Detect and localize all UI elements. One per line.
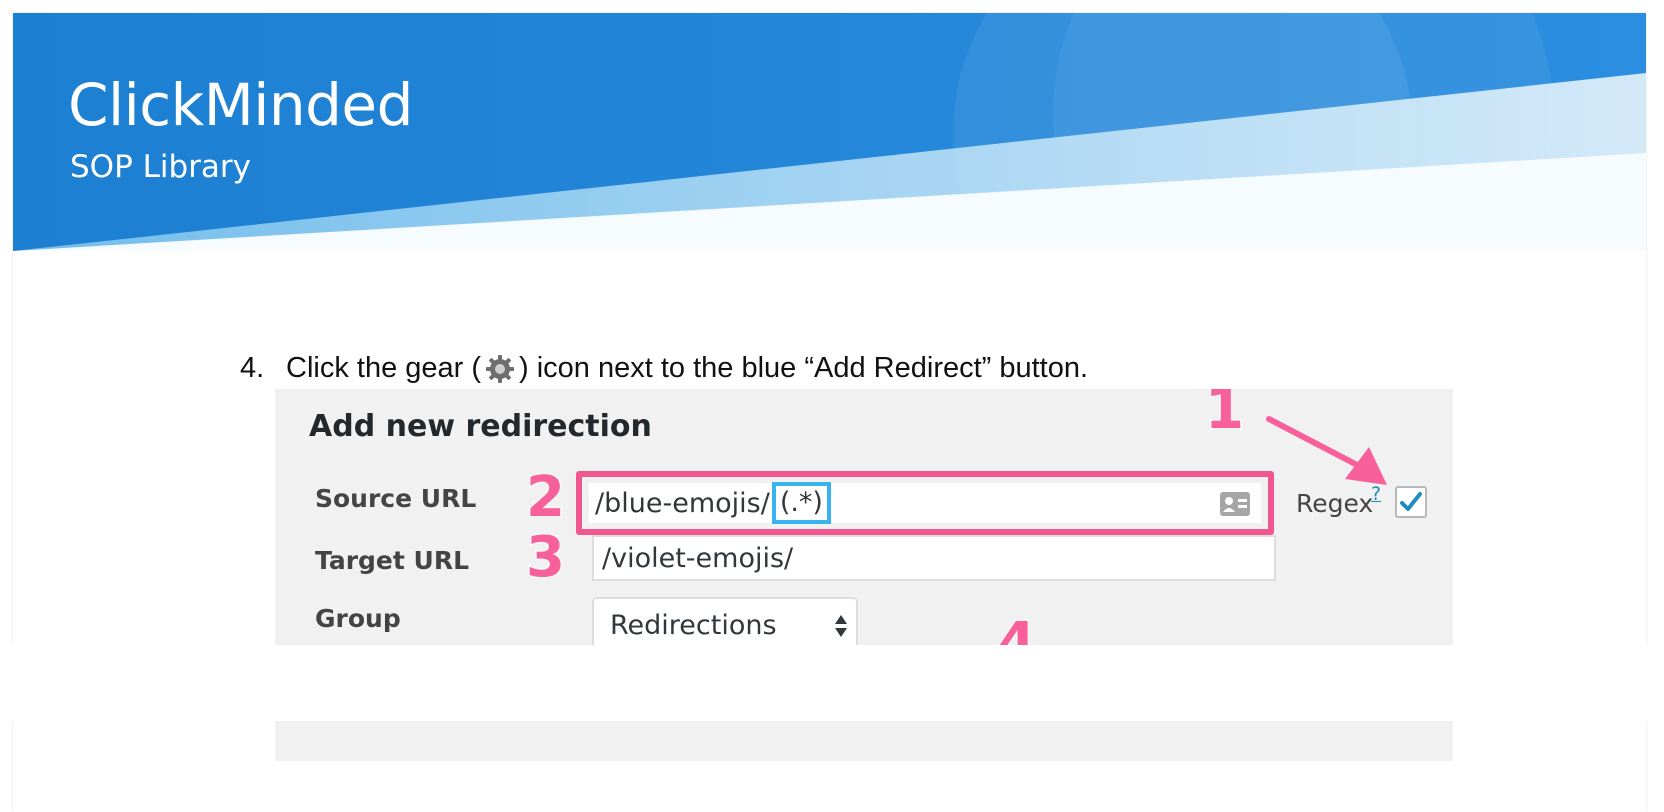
source-url-regex-highlight: (.*) [771, 482, 831, 524]
gear-icon [485, 354, 515, 384]
contact-card-icon [1220, 492, 1250, 516]
source-url-label: Source URL [315, 484, 477, 513]
header-banner: ClickMinded SOP Library [13, 13, 1646, 251]
annotation-number-2: 2 [525, 464, 567, 532]
regex-checkbox[interactable] [1395, 486, 1427, 518]
panel-heading: Add new redirection [309, 409, 652, 444]
step-text-before: Click the gear ( [286, 352, 482, 384]
target-url-value: /violet-emojis/ [602, 542, 794, 574]
select-arrows-icon [835, 615, 847, 637]
source-url-path: /blue-emojis/ [595, 487, 770, 519]
target-url-input[interactable]: /violet-emojis/ [592, 535, 1276, 581]
brand-logo-subtitle: SOP Library [70, 149, 252, 185]
step-text-after: ) icon next to the blue “Add Redirect” b… [519, 352, 1089, 384]
group-select-value: Redirections [610, 609, 777, 641]
regex-help-link[interactable]: ? [1371, 483, 1381, 505]
page-gap [0, 645, 1664, 721]
source-url-highlight: /blue-emojis/ (.*) [576, 471, 1274, 535]
annotation-number-3: 3 [525, 524, 567, 592]
annotation-number-1: 1 [1204, 389, 1246, 444]
step-number: 4. [240, 352, 265, 384]
regex-label: Regex [1296, 489, 1374, 518]
group-label: Group [315, 604, 401, 633]
instruction-step: 4. Click the gear ( ) icon next to the b… [240, 352, 1088, 385]
checkmark-icon [1400, 492, 1422, 511]
brand-logo-title: ClickMinded [68, 71, 413, 139]
source-url-input[interactable]: /blue-emojis/ (.*) [589, 482, 1261, 524]
target-url-label: Target URL [315, 546, 470, 575]
